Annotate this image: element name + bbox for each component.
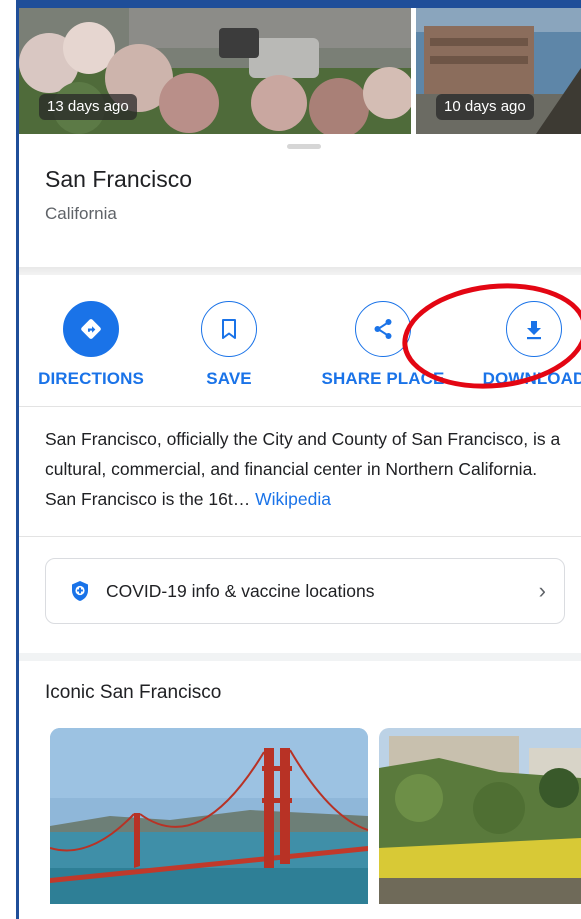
chevron-right-icon: ›	[538, 578, 546, 603]
place-name: San Francisco	[45, 166, 193, 192]
iconic-photo-golden-gate[interactable]	[50, 728, 368, 904]
directions-icon	[63, 301, 119, 357]
photo-time-badge: 13 days ago	[39, 94, 137, 120]
screenshot-frame-top	[18, 0, 581, 8]
divider	[19, 406, 581, 407]
directions-button[interactable]: DIRECTIONS	[16, 301, 166, 389]
section-divider	[19, 267, 581, 275]
save-label: SAVE	[206, 369, 252, 388]
save-button[interactable]: SAVE	[154, 301, 304, 389]
directions-label: DIRECTIONS	[38, 369, 144, 388]
drag-handle[interactable]	[287, 144, 321, 149]
place-description: San Francisco, officially the City and C…	[45, 424, 565, 514]
covid-info-text: COVID-19 info & vaccine locations	[106, 580, 375, 601]
place-details-sheet: San Francisco California DIRECTIONS SAVE	[19, 134, 581, 919]
place-region: California	[45, 204, 117, 223]
wikipedia-link[interactable]: Wikipedia	[255, 489, 331, 509]
divider	[19, 536, 581, 537]
bookmark-icon	[201, 301, 257, 357]
section-divider	[19, 653, 581, 661]
covid-info-card[interactable]: COVID-19 info & vaccine locations ›	[45, 558, 565, 624]
place-photo-1[interactable]: 13 days ago	[19, 8, 411, 134]
section-title: Iconic San Francisco	[45, 682, 222, 703]
photo-time-badge: 10 days ago	[436, 94, 534, 120]
screenshot-frame-left	[0, 0, 19, 919]
shield-plus-icon	[72, 581, 88, 601]
place-photo-2[interactable]: 10 days ago	[416, 8, 581, 134]
iconic-photo-alcatraz[interactable]	[379, 728, 581, 904]
